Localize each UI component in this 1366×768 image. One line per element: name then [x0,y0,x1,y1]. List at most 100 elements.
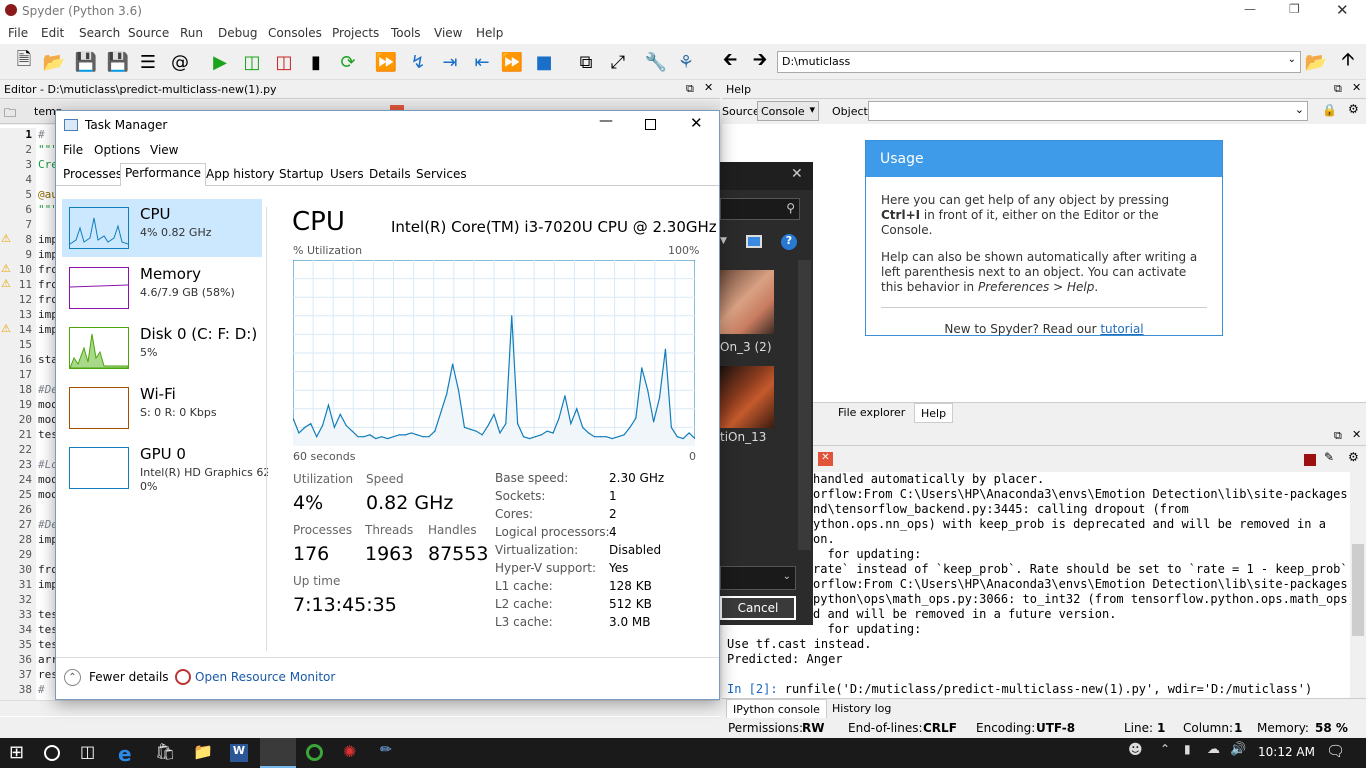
parent-dir-icon[interactable]: 🡩 [1336,49,1360,74]
forward-arrow-icon[interactable]: 🡲 [748,49,772,74]
working-directory-combo[interactable]: D:\muticlass ⌄ [777,51,1301,73]
minimize-icon[interactable]: — [1244,2,1256,16]
back-arrow-icon[interactable]: 🡰 [718,49,742,74]
people-icon[interactable]: ☻ [1128,742,1150,764]
undock-help-icon[interactable]: ⧉ [1334,82,1342,96]
tab-ipython-console[interactable]: IPython console [726,699,827,719]
tab-users[interactable]: Users [326,165,368,185]
volume-icon[interactable]: 🔊 [1230,742,1252,764]
stop-kernel-icon[interactable] [1304,454,1316,466]
menu-source[interactable]: Source [128,26,169,40]
undock-console-icon[interactable]: ⧉ [1334,429,1342,443]
file-type-select[interactable]: ⌄ [720,566,796,590]
console-options-icon[interactable]: ⚙ [1348,450,1359,464]
tab-startup[interactable]: Startup [275,165,328,185]
new-file-icon[interactable]: 🗎 [12,49,36,74]
stop-debug-icon[interactable]: ■ [532,50,556,74]
tab-processes[interactable]: Processes [59,165,126,185]
tab-details[interactable]: Details [365,165,415,185]
menu-run[interactable]: Run [180,26,203,40]
word-icon[interactable]: W [230,744,248,762]
restore-icon[interactable]: ❐ [1289,2,1300,16]
rerun-icon[interactable]: ⟳ [336,50,360,74]
menu-search[interactable]: Search [79,26,120,40]
menu-tools[interactable]: Tools [391,26,421,40]
cortana-icon[interactable] [44,745,60,761]
pen-app-icon[interactable]: ✏ [380,742,402,764]
tm-menu-view[interactable]: View [150,143,178,157]
close-console-icon[interactable]: ✕ [1352,428,1361,441]
edge-icon[interactable]: e [118,742,140,766]
tutorial-link[interactable]: tutorial [1100,322,1143,336]
lock-icon[interactable]: 🔒 [1322,103,1337,117]
menu-file[interactable]: File [8,26,28,40]
close-console-tab-icon[interactable]: ✕ [818,452,833,466]
tab-history-log[interactable]: History log [832,702,891,715]
menu-projects[interactable]: Projects [332,26,379,40]
tm-minimize-icon[interactable]: — [599,113,613,129]
dialog-scrollbar[interactable] [798,260,811,550]
continue-icon[interactable]: ⏩ [500,50,524,74]
network-icon[interactable]: ☁ [1207,742,1229,764]
tm-menu-options[interactable]: Options [94,143,140,157]
resource-memory[interactable]: Memory 4.6/7.9 GB (58%) [62,259,262,317]
run-cell-icon[interactable]: ◫ [240,50,264,74]
store-icon[interactable]: 🛍 [155,742,177,764]
file-explorer-icon[interactable]: 📁 [193,742,215,764]
fewer-details-link[interactable]: Fewer details [89,670,169,684]
menu-debug[interactable]: Debug [218,26,257,40]
step-into-icon[interactable]: ⇥ [438,50,462,74]
run-selection-icon[interactable]: ▮ [304,50,328,74]
object-input[interactable]: ⌄ [868,101,1308,121]
run-icon[interactable]: ▶ [208,50,232,74]
source-select[interactable]: Console ▾ [757,101,819,121]
clear-console-icon[interactable]: ✎ [1324,450,1334,464]
search-icon[interactable]: ⚲ [786,201,795,215]
resource-disk[interactable]: Disk 0 (C: F: D:) 5% [62,319,262,377]
task-view-icon[interactable]: ◫ [80,742,102,764]
battery-icon[interactable]: ▮ [1184,742,1206,764]
browse-folder-icon[interactable]: 📂 [1304,50,1328,74]
file-name-1[interactable]: On_3 (2) [720,340,772,354]
menu-help[interactable]: Help [476,26,503,40]
close-icon[interactable]: ✕ [1336,1,1349,19]
tab-services[interactable]: Services [412,165,471,185]
dialog-search-input[interactable]: ⚲ [720,198,800,220]
chevron-up-icon[interactable]: ⌃ [64,669,81,686]
save-icon[interactable]: 💾 [74,50,98,74]
close-help-icon[interactable]: ✕ [1352,81,1361,94]
at-icon[interactable]: @ [168,50,192,74]
tab-app-history[interactable]: App history [202,165,279,185]
console-scrollbar[interactable] [1350,472,1366,698]
anaconda-icon[interactable] [306,744,323,761]
dialog-close-icon[interactable]: ✕ [791,166,803,182]
open-resource-monitor-link[interactable]: Open Resource Monitor [195,670,335,684]
menu-consoles[interactable]: Consoles [268,26,322,40]
step-return-icon[interactable]: ⇤ [470,50,494,74]
open-folder-icon[interactable]: 📂 [42,50,66,74]
cancel-button[interactable]: Cancel [720,596,796,620]
horizontal-scrollbar[interactable] [0,700,720,716]
resource-wifi[interactable]: Wi-Fi S: 0 R: 0 Kbps [62,379,262,437]
python-path-icon[interactable]: ⚘ [674,50,698,74]
preview-pane-icon[interactable] [746,235,762,248]
view-dropdown-icon[interactable]: ▼ [720,236,727,246]
resource-cpu[interactable]: CPU 4% 0.82 GHz [62,199,262,257]
preferences-icon[interactable]: 🔧 [644,50,668,74]
tab-help[interactable]: Help [914,403,954,423]
tm-menu-file[interactable]: File [63,143,83,157]
menu-edit[interactable]: Edit [41,26,64,40]
console-input-line[interactable]: In [2]: runfile('D:/muticlass/predict-mu… [727,682,1312,696]
windows-start-icon[interactable]: ⊞ [9,742,31,764]
menu-view[interactable]: View [434,26,462,40]
undock-icon[interactable]: ⧉ [686,82,694,96]
file-thumbnail-1[interactable] [720,270,774,334]
tab-performance[interactable]: Performance [120,163,207,186]
taskbar-task-manager-button[interactable] [260,738,296,768]
save-all-icon[interactable]: 💾 [106,50,130,74]
action-center-icon[interactable]: 🗨 [1326,742,1348,764]
tray-chevron-icon[interactable]: ⌃ [1160,742,1182,764]
file-name-2[interactable]: tiOn_13 [720,430,766,444]
debug-icon[interactable]: ⏩ [374,50,398,74]
spyder-taskbar-icon[interactable]: ✺ [343,742,365,764]
